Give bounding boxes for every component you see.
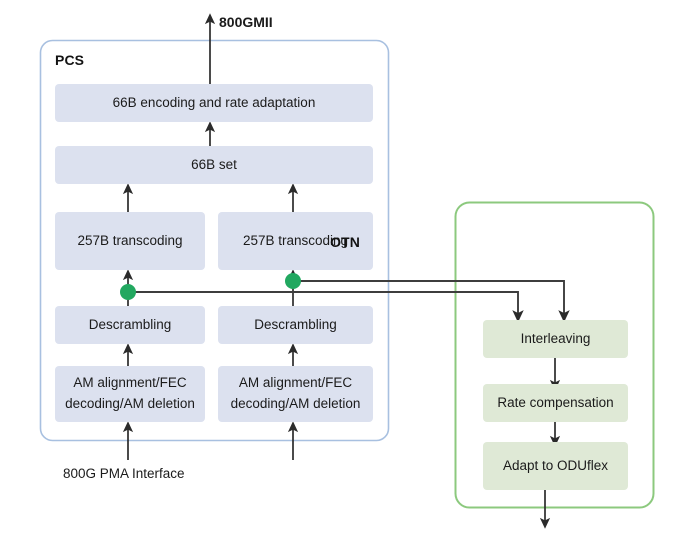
diagram-root: 66B encoding and rate adaptation 66B set… <box>0 0 690 535</box>
tap-points-layer <box>120 273 301 300</box>
tap-point-left[interactable] <box>120 284 136 300</box>
tap-point-right[interactable] <box>285 273 301 289</box>
